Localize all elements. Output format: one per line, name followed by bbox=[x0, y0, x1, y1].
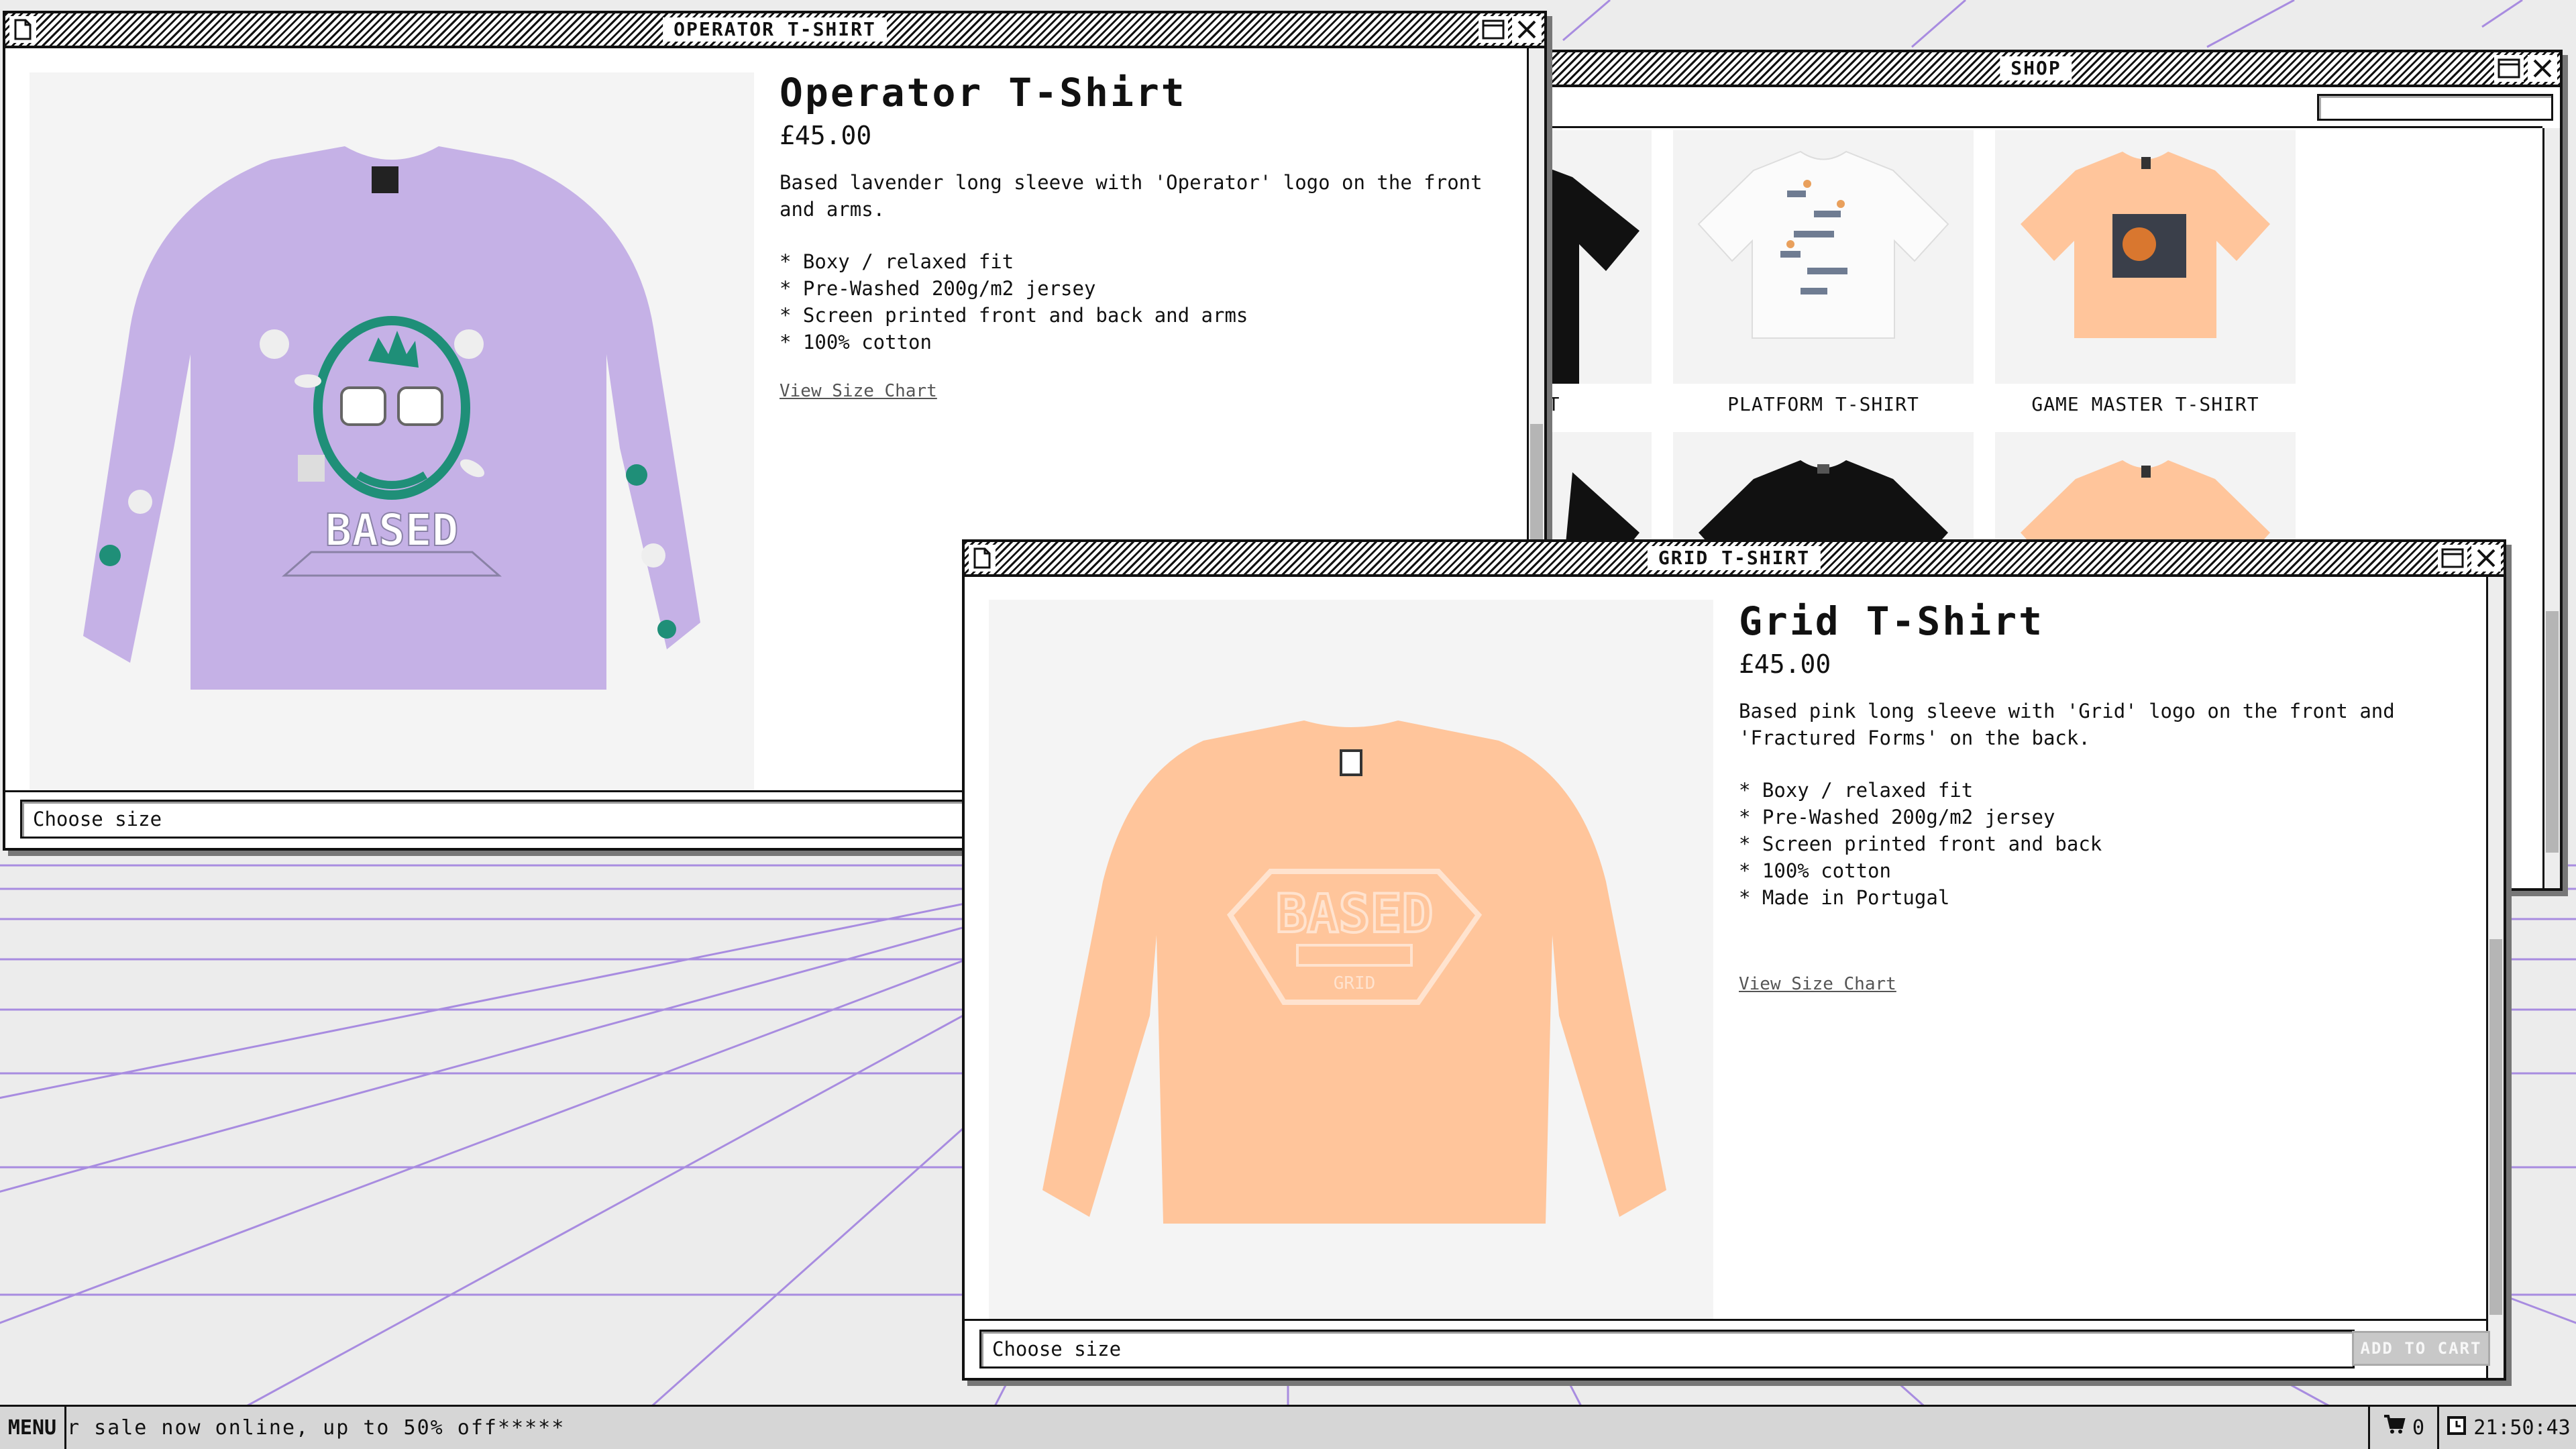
grid-titlebar[interactable]: GRID T-SHIRT bbox=[965, 542, 2504, 577]
grid-product-price: £45.00 bbox=[1739, 649, 1831, 679]
feature-item: Boxy / relaxed fit bbox=[780, 248, 1248, 275]
operator-titlebar[interactable]: OPERATOR T-SHIRT bbox=[5, 13, 1544, 48]
operator-feature-list: Boxy / relaxed fit Pre-Washed 200g/m2 je… bbox=[780, 248, 1248, 356]
operator-window-title: OPERATOR T-SHIRT bbox=[663, 17, 887, 42]
taskbar: r sale now online, up to 50% off***** ME… bbox=[0, 1405, 2576, 1449]
clock-icon bbox=[2447, 1415, 2467, 1441]
shop-item-label[interactable]: GAME MASTER T-SHIRT bbox=[1995, 393, 2296, 415]
clock-time: 21:50:43 bbox=[2473, 1416, 2571, 1440]
add-to-cart-button[interactable]: ADD TO CART bbox=[2352, 1331, 2490, 1366]
svg-text:GRID: GRID bbox=[1334, 973, 1376, 994]
close-icon[interactable] bbox=[1512, 16, 1542, 43]
maximize-icon[interactable] bbox=[2494, 55, 2524, 82]
grid-window-title: GRID T-SHIRT bbox=[1647, 546, 1821, 570]
feature-item: Screen printed front and back and arms bbox=[780, 302, 1248, 329]
grid-scroll-thumb[interactable] bbox=[2489, 939, 2502, 1315]
feature-item: Made in Portugal bbox=[1739, 884, 2102, 911]
menu-button[interactable]: MENU bbox=[0, 1407, 66, 1449]
cart-tray[interactable]: 0 bbox=[2368, 1407, 2437, 1449]
feature-item: Boxy / relaxed fit bbox=[1739, 777, 2102, 804]
shop-window-title: SHOP bbox=[2000, 56, 2072, 80]
shop-scroll-thumb[interactable] bbox=[2546, 611, 2559, 853]
maximize-icon[interactable] bbox=[2438, 545, 2467, 572]
clock-tray: 21:50:43 bbox=[2437, 1407, 2576, 1449]
operator-size-chart-link[interactable]: View Size Chart bbox=[780, 381, 937, 401]
svg-text:BASED: BASED bbox=[1276, 884, 1434, 945]
grid-feature-list: Boxy / relaxed fit Pre-Washed 200g/m2 je… bbox=[1739, 777, 2102, 911]
document-icon bbox=[9, 16, 36, 43]
cart-icon[interactable] bbox=[2383, 1407, 2406, 1449]
grid-product-image: BASED GRID bbox=[989, 600, 1713, 1319]
svg-text:BASED: BASED bbox=[325, 504, 459, 556]
cart-count: 0 bbox=[2412, 1416, 2425, 1440]
grid-window[interactable]: GRID T-SHIRT BASED GRID Grid T-Shirt £45… bbox=[962, 539, 2506, 1381]
feature-item: Pre-Washed 200g/m2 jersey bbox=[1739, 804, 2102, 830]
grid-product-description: Based pink long sleeve with 'Grid' logo … bbox=[1739, 700, 2395, 749]
shop-search-input[interactable] bbox=[2317, 94, 2553, 121]
feature-item: Screen printed front and back bbox=[1739, 830, 2102, 857]
document-icon bbox=[969, 545, 996, 572]
shop-item-label[interactable]: PLATFORM T-SHIRT bbox=[1673, 393, 1974, 415]
shop-item-image[interactable] bbox=[1673, 130, 1974, 384]
feature-item: 100% cotton bbox=[780, 329, 1248, 356]
close-icon[interactable] bbox=[2471, 545, 2501, 572]
close-icon[interactable] bbox=[2528, 55, 2557, 82]
feature-item: 100% cotton bbox=[1739, 857, 2102, 884]
feature-item: Pre-Washed 200g/m2 jersey bbox=[780, 275, 1248, 302]
grid-scrollbar[interactable] bbox=[2486, 577, 2504, 1378]
shop-item-image[interactable] bbox=[1995, 130, 2296, 384]
grid-product-name: Grid T-Shirt bbox=[1739, 598, 2045, 644]
operator-product-price: £45.00 bbox=[780, 121, 872, 150]
operator-product-name: Operator T-Shirt bbox=[780, 70, 1187, 115]
grid-size-select[interactable]: Choose size bbox=[979, 1330, 2355, 1368]
operator-product-image: BASED bbox=[30, 72, 754, 790]
shop-scrollbar[interactable] bbox=[2542, 128, 2560, 888]
operator-product-description: Based lavender long sleeve with 'Operato… bbox=[780, 171, 1483, 221]
grid-size-chart-link[interactable]: View Size Chart bbox=[1739, 974, 1896, 994]
sale-ticker: r sale now online, up to 50% off***** bbox=[67, 1416, 566, 1440]
maximize-icon[interactable] bbox=[1479, 16, 1508, 43]
shop-titlebar[interactable]: SHOP bbox=[1512, 52, 2560, 87]
